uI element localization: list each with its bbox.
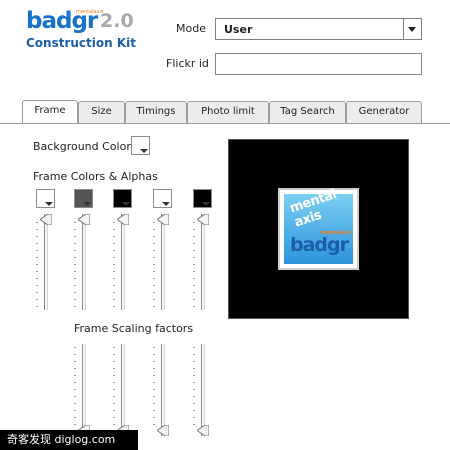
slider-track: [121, 344, 125, 436]
mode-select[interactable]: User: [215, 18, 422, 40]
badge-image: mental axis badgr mentalaxis: [284, 187, 353, 264]
alpha-slider-ticks: [193, 222, 195, 310]
scaling-slider-ticks: [113, 347, 115, 429]
tab-size[interactable]: Size: [78, 101, 125, 123]
tab-photo-limit[interactable]: Photo limit: [187, 101, 269, 123]
slider-thumb-icon[interactable]: [197, 425, 209, 436]
tab-generator[interactable]: Generator: [346, 101, 422, 123]
flickr-id-input[interactable]: [215, 53, 422, 75]
flickr-id-label: Flickr id: [166, 57, 209, 70]
frame-scaling-label: Frame Scaling factors: [74, 322, 194, 335]
swatch-dropdown-icon: [140, 149, 148, 153]
mode-label: Mode: [176, 22, 206, 35]
scaling-slider-1[interactable]: [78, 344, 90, 436]
frame-color-swatch-2[interactable]: [74, 189, 93, 208]
alpha-slider-ticks: [113, 222, 115, 310]
slider-thumb-icon[interactable]: [197, 214, 209, 225]
scaling-slider-3[interactable]: [157, 344, 169, 436]
swatch-dropdown-icon: [162, 202, 170, 206]
logo-version: 2.0: [100, 10, 134, 32]
alpha-slider-ticks: [36, 222, 38, 310]
scaling-slider-ticks: [193, 347, 195, 429]
tab-frame[interactable]: Frame: [22, 100, 78, 124]
app-subtitle: Construction Kit: [26, 36, 137, 50]
badge-text-badgr-word: badgr: [290, 234, 349, 256]
frame-color-swatch-1[interactable]: [36, 189, 55, 208]
chevron-down-icon[interactable]: [403, 19, 421, 39]
tab-timings[interactable]: Timings: [125, 101, 187, 123]
slider-track: [161, 344, 165, 436]
app-logo: badgr mentalaxis 2.0 Construction Kit: [26, 8, 146, 52]
badge-tiny-text: mentalaxis: [320, 230, 351, 236]
alpha-slider-4[interactable]: [157, 214, 169, 310]
alpha-slider-5[interactable]: [197, 214, 209, 310]
badge-text-mental-axis: mental axis: [288, 187, 339, 231]
background-color-label: Background Color: [33, 140, 131, 153]
scaling-slider-4[interactable]: [197, 344, 209, 436]
scaling-slider-2[interactable]: [117, 344, 129, 436]
alpha-slider-3[interactable]: [117, 214, 129, 310]
frame-color-swatch-5[interactable]: [193, 189, 212, 208]
slider-thumb-icon[interactable]: [40, 214, 52, 225]
swatch-dropdown-icon: [202, 202, 210, 206]
alpha-slider-ticks: [153, 222, 155, 310]
badge-preview-image: mental axis badgr mentalaxis: [278, 187, 359, 270]
slider-thumb-icon[interactable]: [78, 214, 90, 225]
mode-select-value: User: [224, 23, 253, 36]
slider-track: [201, 214, 205, 310]
background-color-swatch[interactable]: [131, 136, 150, 155]
swatch-dropdown-icon: [122, 202, 130, 206]
badge-text-badgr: badgr mentalaxis: [290, 230, 351, 256]
slider-track: [44, 214, 48, 310]
slider-track: [161, 214, 165, 310]
alpha-slider-1[interactable]: [40, 214, 52, 310]
slider-track: [121, 214, 125, 310]
scaling-slider-ticks: [153, 347, 155, 429]
watermark-footer: 奇客发现 diglog.com: [0, 430, 138, 450]
frame-colors-label: Frame Colors & Alphas: [33, 170, 158, 183]
swatch-dropdown-icon: [45, 202, 53, 206]
slider-thumb-icon[interactable]: [117, 214, 129, 225]
frame-color-swatch-4[interactable]: [153, 189, 172, 208]
slider-thumb-icon[interactable]: [157, 425, 169, 436]
alpha-slider-ticks: [74, 222, 76, 310]
slider-track: [201, 344, 205, 436]
swatch-dropdown-icon: [83, 202, 91, 206]
slider-track: [82, 214, 86, 310]
alpha-slider-2[interactable]: [78, 214, 90, 310]
slider-track: [82, 344, 86, 436]
tab-tag-search[interactable]: Tag Search: [269, 101, 346, 123]
scaling-slider-ticks: [74, 347, 76, 429]
frame-color-swatch-3[interactable]: [113, 189, 132, 208]
tab-divider: [0, 123, 450, 124]
slider-thumb-icon[interactable]: [157, 214, 169, 225]
